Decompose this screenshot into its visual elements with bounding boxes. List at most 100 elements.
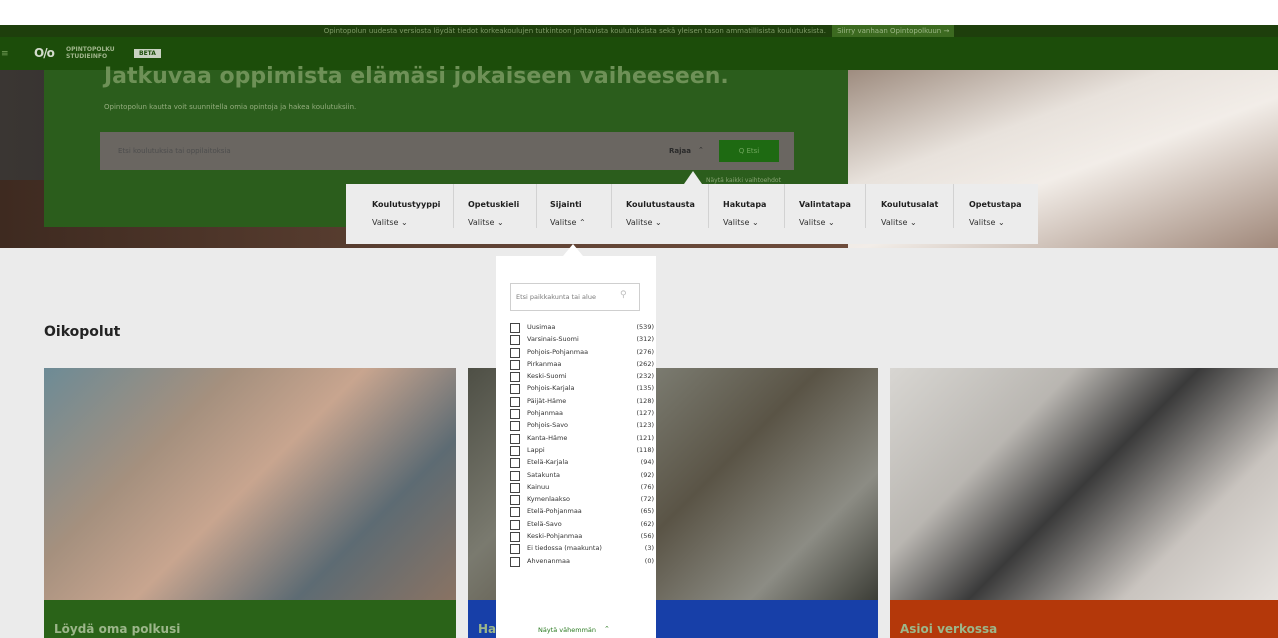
checkbox[interactable] (510, 384, 520, 395)
list-item[interactable]: Keski-Pohjanmaa (56) (510, 531, 654, 543)
filter-opetustapa[interactable]: Opetustapa Valitse ⌄ (953, 184, 1038, 228)
item-count: (92) (640, 470, 654, 479)
filter-select[interactable]: Valitse ⌄ (626, 218, 662, 227)
chevron-up-icon[interactable]: ⌃ (604, 625, 610, 633)
item-name: Keski-Pohjanmaa (527, 532, 583, 541)
list-item[interactable]: Pohjois-Savo (123) (510, 420, 654, 432)
filter-select[interactable]: Valitse ⌄ (372, 218, 408, 227)
item-count: (56) (640, 532, 654, 541)
list-item[interactable]: Ahvenanmaa (0) (510, 556, 654, 568)
logo-icon[interactable]: O/o (34, 46, 55, 60)
list-item[interactable]: Kymenlaakso (72) (510, 494, 654, 506)
search-input[interactable]: Etsi koulutuksia tai oppilaitoksia (118, 147, 231, 155)
filter-hakutapa[interactable]: Hakutapa Valitse ⌄ (708, 184, 784, 228)
item-name: Kymenlaakso (527, 495, 570, 504)
search-button[interactable]: Q Etsi (719, 140, 779, 162)
filter-select[interactable]: Valitse ⌄ (799, 218, 835, 227)
item-name: Pohjanmaa (527, 409, 563, 418)
checkbox[interactable] (510, 396, 520, 407)
list-item[interactable]: Uusimaa (539) (510, 322, 654, 334)
location-search-placeholder: Etsi paikkakunta tai alue (516, 293, 596, 301)
filter-valintatapa[interactable]: Valintatapa Valitse ⌄ (784, 184, 865, 228)
item-name: Varsinais-Suomi (527, 335, 579, 344)
logo-line-1: OPINTOPOLKU (66, 46, 115, 53)
list-item[interactable]: Kanta-Häme (121) (510, 433, 654, 445)
list-item[interactable]: Ei tiedossa (maakunta) (3) (510, 543, 654, 555)
checkbox[interactable] (510, 323, 520, 333)
item-name: Pohjois-Pohjanmaa (527, 347, 589, 356)
filter-select[interactable]: Valitse ⌄ (881, 218, 917, 227)
filter-label: Opetuskieli (468, 200, 520, 209)
list-item[interactable]: Kainuu (76) (510, 482, 654, 494)
checkbox[interactable] (510, 421, 520, 432)
filter-koulutusalat[interactable]: Koulutusalat Valitse ⌄ (865, 184, 953, 228)
item-name: Kainuu (527, 482, 550, 491)
rajaa-toggle[interactable]: Rajaa (669, 147, 691, 155)
list-item[interactable]: Etelä-Savo (62) (510, 519, 654, 531)
card-title: Ha (478, 622, 497, 636)
checkbox[interactable] (510, 470, 520, 481)
item-count: (276) (636, 347, 654, 356)
checkbox[interactable] (510, 556, 520, 567)
item-name: Etelä-Pohjanmaa (527, 507, 582, 516)
list-item[interactable]: Pohjois-Pohjanmaa (276) (510, 347, 654, 359)
hamburger-icon[interactable]: ≡ (1, 49, 9, 59)
item-name: Pohjois-Savo (527, 421, 569, 430)
item-count: (62) (640, 519, 654, 528)
item-count: (0) (644, 556, 654, 565)
filter-select[interactable]: Valitse ⌄ (969, 218, 1005, 227)
item-name: Kanta-Häme (527, 433, 568, 442)
list-item[interactable]: Pohjanmaa (127) (510, 408, 654, 420)
item-name: Pohjois-Karjala (527, 384, 575, 393)
filter-panel-caret (684, 171, 702, 184)
checkbox[interactable] (510, 335, 520, 346)
checkbox[interactable] (510, 347, 520, 358)
list-item[interactable]: Satakunta (92) (510, 470, 654, 482)
item-count: (76) (640, 482, 654, 491)
item-name: Päijät-Häme (527, 396, 567, 405)
list-item[interactable]: Etelä-Pohjanmaa (65) (510, 506, 654, 518)
checkbox[interactable] (510, 495, 520, 506)
checkbox[interactable] (510, 409, 520, 420)
list-item[interactable]: Etelä-Karjala (94) (510, 457, 654, 469)
checkbox[interactable] (510, 359, 520, 370)
filter-select[interactable]: Valitse ⌄ (723, 218, 759, 227)
checkbox[interactable] (510, 544, 520, 555)
notice-text: Opintopolun uudesta versiosta löydät tie… (323, 27, 826, 35)
list-item[interactable]: Keski-Suomi (232) (510, 371, 654, 383)
checkbox[interactable] (510, 482, 520, 493)
item-count: (72) (640, 495, 654, 504)
logo-text[interactable]: OPINTOPOLKU STUDIEINFO (66, 46, 115, 60)
list-item[interactable]: Pirkanmaa (262) (510, 359, 654, 371)
list-item[interactable]: Varsinais-Suomi (312) (510, 334, 654, 346)
list-item[interactable]: Pohjois-Karjala (135) (510, 383, 654, 395)
item-count: (3) (644, 544, 654, 553)
show-all-options-link[interactable]: Näytä kaikki vaihtoehdot (706, 177, 781, 184)
checkbox[interactable] (510, 458, 520, 469)
checkbox[interactable] (510, 445, 520, 456)
checkbox[interactable] (510, 519, 520, 530)
filter-koulutustausta[interactable]: Koulutustausta Valitse ⌄ (611, 184, 708, 228)
checkbox[interactable] (510, 372, 520, 383)
filter-label: Hakutapa (723, 200, 767, 209)
filter-select[interactable]: Valitse ⌃ (550, 218, 586, 227)
card-loyda-oma-polkusi[interactable]: Löydä oma polkusi (44, 368, 456, 638)
filter-koulutustyyppi[interactable]: Koulutustyyppi Valitse ⌄ (346, 184, 453, 228)
old-version-link[interactable]: Siirry vanhaan Opintopolkuun → (832, 25, 955, 37)
show-less-link[interactable]: Näytä vähemmän (538, 626, 596, 634)
list-item[interactable]: Päijät-Häme (128) (510, 396, 654, 408)
checkbox[interactable] (510, 433, 520, 444)
filter-select[interactable]: Valitse ⌄ (468, 218, 504, 227)
list-item[interactable]: Lappi (118) (510, 445, 654, 457)
checkbox[interactable] (510, 532, 520, 543)
chevron-up-icon[interactable]: ⌃ (698, 146, 704, 154)
card-asioi-verkossa[interactable]: Asioi verkossa (890, 368, 1278, 638)
filter-sijainti[interactable]: Sijainti Valitse ⌃ (536, 184, 611, 228)
filter-label: Valintatapa (799, 200, 851, 209)
browser-top-area (0, 0, 1278, 25)
item-name: Etelä-Karjala (527, 458, 569, 467)
checkbox[interactable] (510, 507, 520, 518)
filter-opetuskieli[interactable]: Opetuskieli Valitse ⌄ (453, 184, 536, 228)
filter-label: Koulutustyyppi (372, 200, 441, 209)
card-title: Löydä oma polkusi (54, 622, 181, 636)
